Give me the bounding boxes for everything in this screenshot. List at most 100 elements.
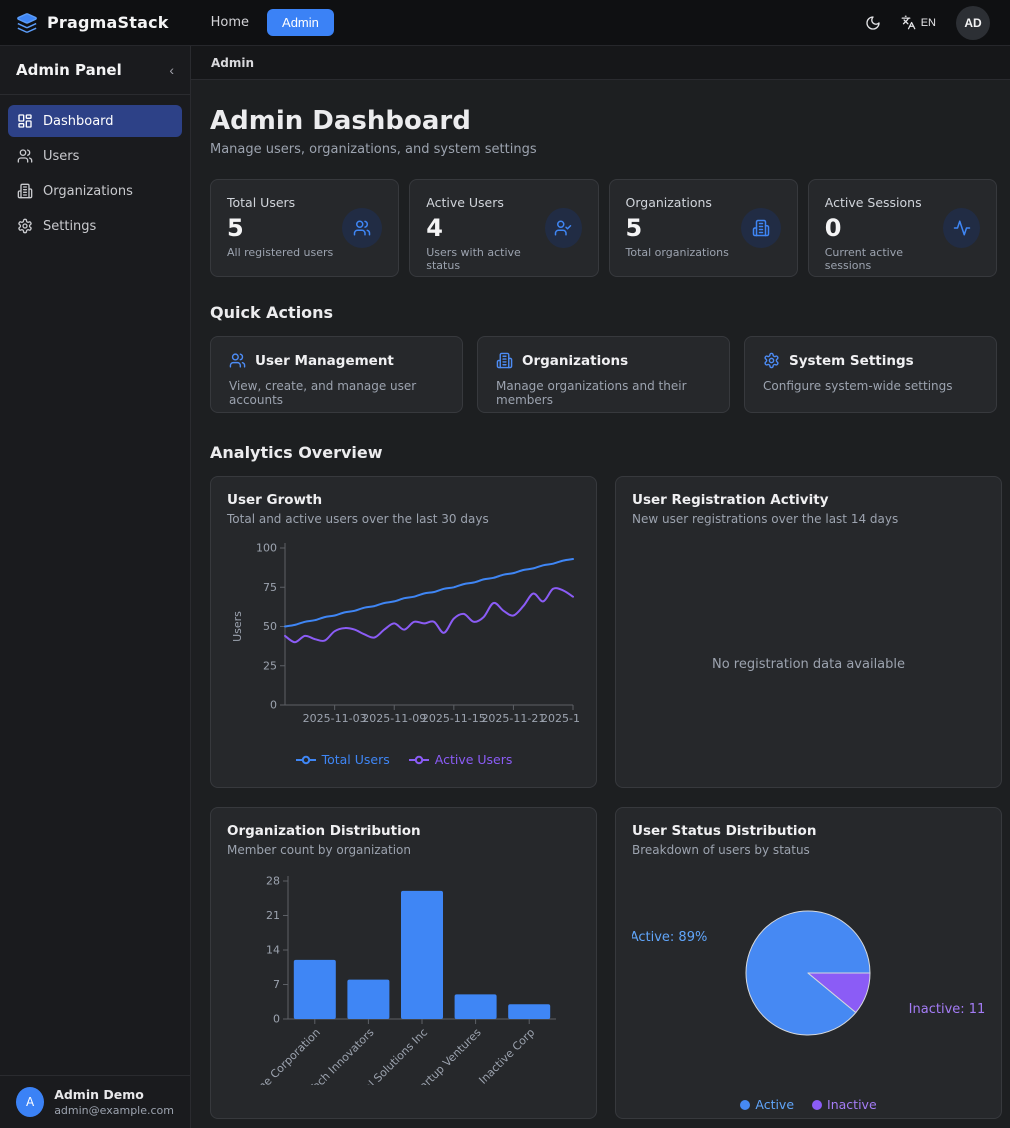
svg-text:Inactive Corp: Inactive Corp <box>476 1026 537 1085</box>
svg-text:Acme Corporation: Acme Corporation <box>243 1026 322 1085</box>
quick-action-title: System Settings <box>789 353 914 369</box>
dark-mode-toggle[interactable] <box>865 15 881 31</box>
stat-card-active-users: Active Users 4 Users with active status <box>409 179 598 277</box>
chart-subtitle: Breakdown of users by status <box>632 843 985 857</box>
activity-icon <box>943 208 980 248</box>
moon-icon <box>865 15 881 31</box>
charts-grid: User Growth Total and active users over … <box>210 476 997 1119</box>
legend-item[interactable]: Total Users <box>295 752 390 767</box>
line-chart-legend: Total Users Active Users <box>227 752 580 768</box>
quick-actions-grid: User Management View, create, and manage… <box>210 336 997 413</box>
svg-text:14: 14 <box>266 944 280 957</box>
stat-desc: Users with active status <box>426 246 545 272</box>
admin-sidebar: Admin Panel ‹ Dashboard Users <box>0 46 191 1128</box>
sidebar-title: Admin Panel <box>16 61 122 79</box>
stat-value: 5 <box>227 214 333 242</box>
quick-actions-heading: Quick Actions <box>210 303 997 322</box>
svg-text:2025-11-03: 2025-11-03 <box>303 712 367 725</box>
chart-subtitle: Total and active users over the last 30 … <box>227 512 580 526</box>
top-nav: Home Admin <box>203 9 334 36</box>
stats-grid: Total Users 5 All registered users Activ… <box>210 179 997 277</box>
user-avatar[interactable]: AD <box>956 6 990 40</box>
sidebar-item-label: Dashboard <box>43 114 114 129</box>
sidebar-item-label: Settings <box>43 219 96 234</box>
quick-action-desc: View, create, and manage user accounts <box>229 379 444 407</box>
gear-icon <box>17 218 33 234</box>
nav-link-admin[interactable]: Admin <box>267 9 334 36</box>
analytics-heading: Analytics Overview <box>210 443 997 462</box>
svg-text:2025-11-21: 2025-11-21 <box>481 712 545 725</box>
stat-card-total-users: Total Users 5 All registered users <box>210 179 399 277</box>
building-icon <box>496 352 513 369</box>
svg-text:25: 25 <box>263 659 277 672</box>
quick-action-organizations[interactable]: Organizations Manage organizations and t… <box>477 336 730 413</box>
topbar-actions: EN AD <box>865 6 990 40</box>
sidebar-item-organizations[interactable]: Organizations <box>8 175 182 207</box>
stat-label: Active Sessions <box>825 195 943 210</box>
quick-action-title: User Management <box>255 353 394 369</box>
breadcrumb-bar: Admin <box>191 46 1010 80</box>
breadcrumb[interactable]: Admin <box>211 56 254 70</box>
legend-line-marker <box>295 755 317 765</box>
layers-icon <box>16 12 38 34</box>
legend-dot <box>740 1100 750 1110</box>
building-icon <box>741 208 781 248</box>
legend-item[interactable]: Inactive <box>812 1097 877 1112</box>
languages-icon <box>901 15 916 30</box>
svg-text:2025-11-09: 2025-11-09 <box>362 712 426 725</box>
chart-subtitle: Member count by organization <box>227 843 580 857</box>
sidebar-item-users[interactable]: Users <box>8 140 182 172</box>
quick-action-system-settings[interactable]: System Settings Configure system-wide se… <box>744 336 997 413</box>
legend-item[interactable]: Active Users <box>408 752 513 767</box>
users-icon <box>17 148 33 164</box>
organization-distribution-card: Organization Distribution Member count b… <box>210 807 597 1119</box>
page-title: Admin Dashboard <box>210 106 997 136</box>
sidebar-collapse-button[interactable]: ‹ <box>169 62 174 78</box>
sidebar-item-settings[interactable]: Settings <box>8 210 182 242</box>
chart-title: Organization Distribution <box>227 823 580 839</box>
quick-action-title: Organizations <box>522 353 628 369</box>
quick-action-user-management[interactable]: User Management View, create, and manage… <box>210 336 463 413</box>
stat-label: Total Users <box>227 195 333 210</box>
dashboard-icon <box>17 113 33 129</box>
sidebar-nav: Dashboard Users Organizations <box>0 95 190 255</box>
language-selector[interactable]: EN <box>901 15 936 30</box>
svg-text:0: 0 <box>270 699 277 712</box>
svg-text:Inactive: 11%: Inactive: 11% <box>909 1002 985 1017</box>
empty-state-message: No registration data available <box>616 657 1001 672</box>
nav-link-home[interactable]: Home <box>203 9 257 36</box>
brand-logo[interactable]: PragmaStack <box>16 12 169 34</box>
chart-subtitle: New user registrations over the last 14 … <box>632 512 985 526</box>
dashboard-content: Admin Dashboard Manage users, organizati… <box>191 80 1010 1128</box>
chart-title: User Growth <box>227 492 580 508</box>
users-icon <box>342 208 382 248</box>
stat-label: Active Users <box>426 195 545 210</box>
user-growth-line-chart: 02550751002025-11-032025-11-092025-11-15… <box>227 540 580 738</box>
stat-card-active-sessions: Active Sessions 0 Current active session… <box>808 179 997 277</box>
sidebar-item-dashboard[interactable]: Dashboard <box>8 105 182 137</box>
svg-text:100: 100 <box>256 542 277 555</box>
svg-text:Global Solutions Inc: Global Solutions Inc <box>344 1026 430 1085</box>
quick-action-desc: Configure system-wide settings <box>763 379 978 393</box>
organization-bar-chart: 07142128Acme CorporationTech InnovatorsG… <box>227 871 580 1085</box>
svg-text:Users: Users <box>231 611 244 642</box>
stat-label: Organizations <box>626 195 729 210</box>
quick-action-desc: Manage organizations and their members <box>496 379 711 407</box>
users-icon <box>229 352 246 369</box>
chart-title: User Status Distribution <box>632 823 985 839</box>
svg-text:2025-11-27: 2025-11-27 <box>541 712 580 725</box>
user-status-card: User Status Distribution Breakdown of us… <box>615 807 1002 1119</box>
sidebar-user-footer[interactable]: A Admin Demo admin@example.com <box>0 1075 190 1128</box>
legend-item[interactable]: Active <box>740 1097 794 1112</box>
pie-chart-legend: Active Inactive <box>632 1097 985 1113</box>
stat-value: 5 <box>626 214 729 242</box>
user-status-pie-chart: Active: 89%Inactive: 11% <box>632 871 985 1083</box>
user-growth-card: User Growth Total and active users over … <box>210 476 597 788</box>
chart-title: User Registration Activity <box>632 492 985 508</box>
sidebar-header: Admin Panel ‹ <box>0 46 190 95</box>
svg-text:50: 50 <box>263 620 277 633</box>
svg-text:28: 28 <box>266 875 280 888</box>
legend-line-marker <box>408 755 430 765</box>
stat-card-organizations: Organizations 5 Total organizations <box>609 179 798 277</box>
stat-value: 0 <box>825 214 943 242</box>
